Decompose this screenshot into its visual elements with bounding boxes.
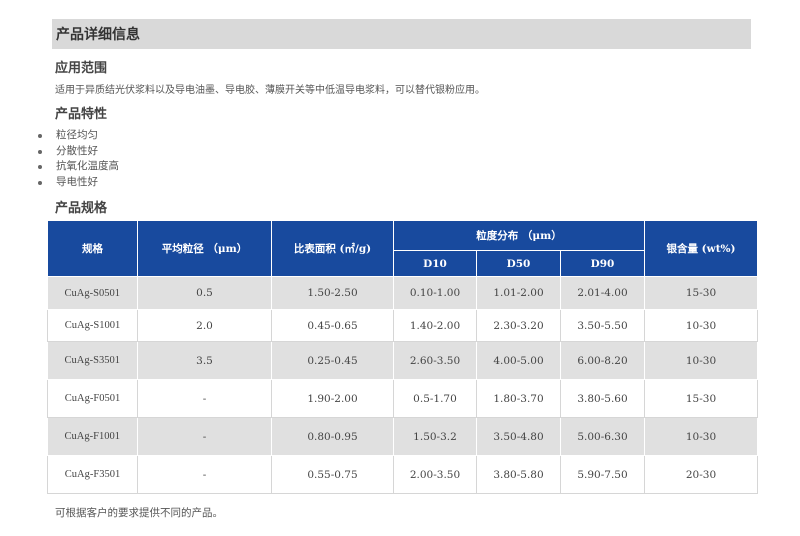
application-heading: 应用范围	[55, 61, 108, 76]
header-model: 规格	[47, 220, 138, 277]
list-item: 分散性好	[36, 144, 119, 160]
table-cell: 15-30	[644, 379, 759, 418]
header-d90: D90	[559, 250, 646, 277]
table-cell: 10-30	[644, 341, 759, 380]
table-row: CuAg-S0501 0.5 1.50-2.50 0.10-1.00 1.01-…	[47, 276, 759, 310]
table-cell: 3.50-4.80	[476, 417, 561, 456]
table-cell: 5.90-7.50	[560, 455, 646, 494]
table-cell: 5.00-6.30	[560, 417, 646, 456]
table-cell: -	[137, 455, 272, 494]
table-cell: CuAg-S1001	[47, 309, 138, 342]
list-item: 导电性好	[36, 175, 119, 191]
table-cell: 1.90-2.00	[271, 379, 394, 418]
table-cell: 20-30	[644, 455, 759, 494]
table-cell: 2.60-3.50	[393, 341, 477, 380]
table-cell: 6.00-8.20	[560, 341, 646, 380]
table-cell: CuAg-F1001	[47, 417, 138, 456]
table-cell: CuAg-S0501	[47, 276, 138, 310]
table-cell: 0.55-0.75	[271, 455, 394, 494]
table-cell: 4.00-5.00	[476, 341, 561, 380]
table-row: CuAg-F3501 - 0.55-0.75 2.00-3.50 3.80-5.…	[47, 455, 759, 494]
table-cell: 0.10-1.00	[393, 276, 477, 310]
specs-heading: 产品规格	[55, 201, 108, 216]
table-cell: -	[137, 417, 272, 456]
table-cell: CuAg-F0501	[47, 379, 138, 418]
table-cell: 3.50-5.50	[560, 309, 646, 342]
list-item: 粒径均匀	[36, 128, 119, 144]
table-row: CuAg-S1001 2.0 0.45-0.65 1.40-2.00 2.30-…	[47, 309, 759, 342]
table-cell: CuAg-S3501	[47, 341, 138, 380]
table-cell: 3.80-5.80	[476, 455, 561, 494]
table-cell: CuAg-F3501	[47, 455, 138, 494]
header-surface-area: 比表面积 (㎡/g)	[271, 220, 394, 277]
table-cell: 10-30	[644, 309, 759, 342]
table-cell: 0.80-0.95	[271, 417, 394, 456]
table-cell: 0.5	[137, 276, 272, 310]
table-cell: 0.5-1.70	[393, 379, 477, 418]
table-row: CuAg-S3501 3.5 0.25-0.45 2.60-3.50 4.00-…	[47, 341, 759, 380]
header-distribution: 粒度分布 （μm）	[392, 220, 646, 251]
table-cell: 0.45-0.65	[271, 309, 394, 342]
table-cell: 0.25-0.45	[271, 341, 394, 380]
table-cell: 15-30	[644, 276, 759, 310]
table-row: CuAg-F1001 - 0.80-0.95 1.50-3.2 3.50-4.8…	[47, 417, 759, 456]
page-title-bar: 产品详细信息	[52, 19, 751, 49]
table-cell: 1.40-2.00	[393, 309, 477, 342]
header-d50: D50	[476, 250, 561, 277]
table-cell: 2.30-3.20	[476, 309, 561, 342]
table-cell: 2.00-3.50	[393, 455, 477, 494]
list-item: 抗氧化温度高	[36, 159, 119, 175]
header-d10: D10	[393, 250, 477, 277]
table-cell: 1.80-3.70	[476, 379, 561, 418]
table-cell: 3.5	[137, 341, 272, 380]
header-avg-size: 平均粒径 （μm）	[137, 220, 272, 277]
application-text: 适用于异质结光伏浆料以及导电油墨、导电胶、薄膜开关等中低温导电浆料，可以替代银粉…	[55, 85, 485, 96]
table-cell: 2.01-4.00	[560, 276, 646, 310]
table-cell: 1.50-2.50	[271, 276, 394, 310]
features-list: 粒径均匀 分散性好 抗氧化温度高 导电性好	[36, 128, 119, 190]
specs-table: 规格 平均粒径 （μm） 比表面积 (㎡/g) 粒度分布 （μm） 银含量 (w…	[47, 220, 759, 494]
table-cell: 3.80-5.60	[560, 379, 646, 418]
features-heading: 产品特性	[55, 107, 108, 122]
table-row: CuAg-F0501 - 1.90-2.00 0.5-1.70 1.80-3.7…	[47, 379, 759, 418]
table-cell: 1.01-2.00	[476, 276, 561, 310]
table-cell: -	[137, 379, 272, 418]
table-cell: 10-30	[644, 417, 759, 456]
table-cell: 1.50-3.2	[393, 417, 477, 456]
page-title: 产品详细信息	[56, 27, 140, 43]
footnote: 可根据客户的要求提供不同的产品。	[55, 507, 223, 519]
table-cell: 2.0	[137, 309, 272, 342]
header-silver: 银含量 (wt%)	[644, 220, 759, 277]
